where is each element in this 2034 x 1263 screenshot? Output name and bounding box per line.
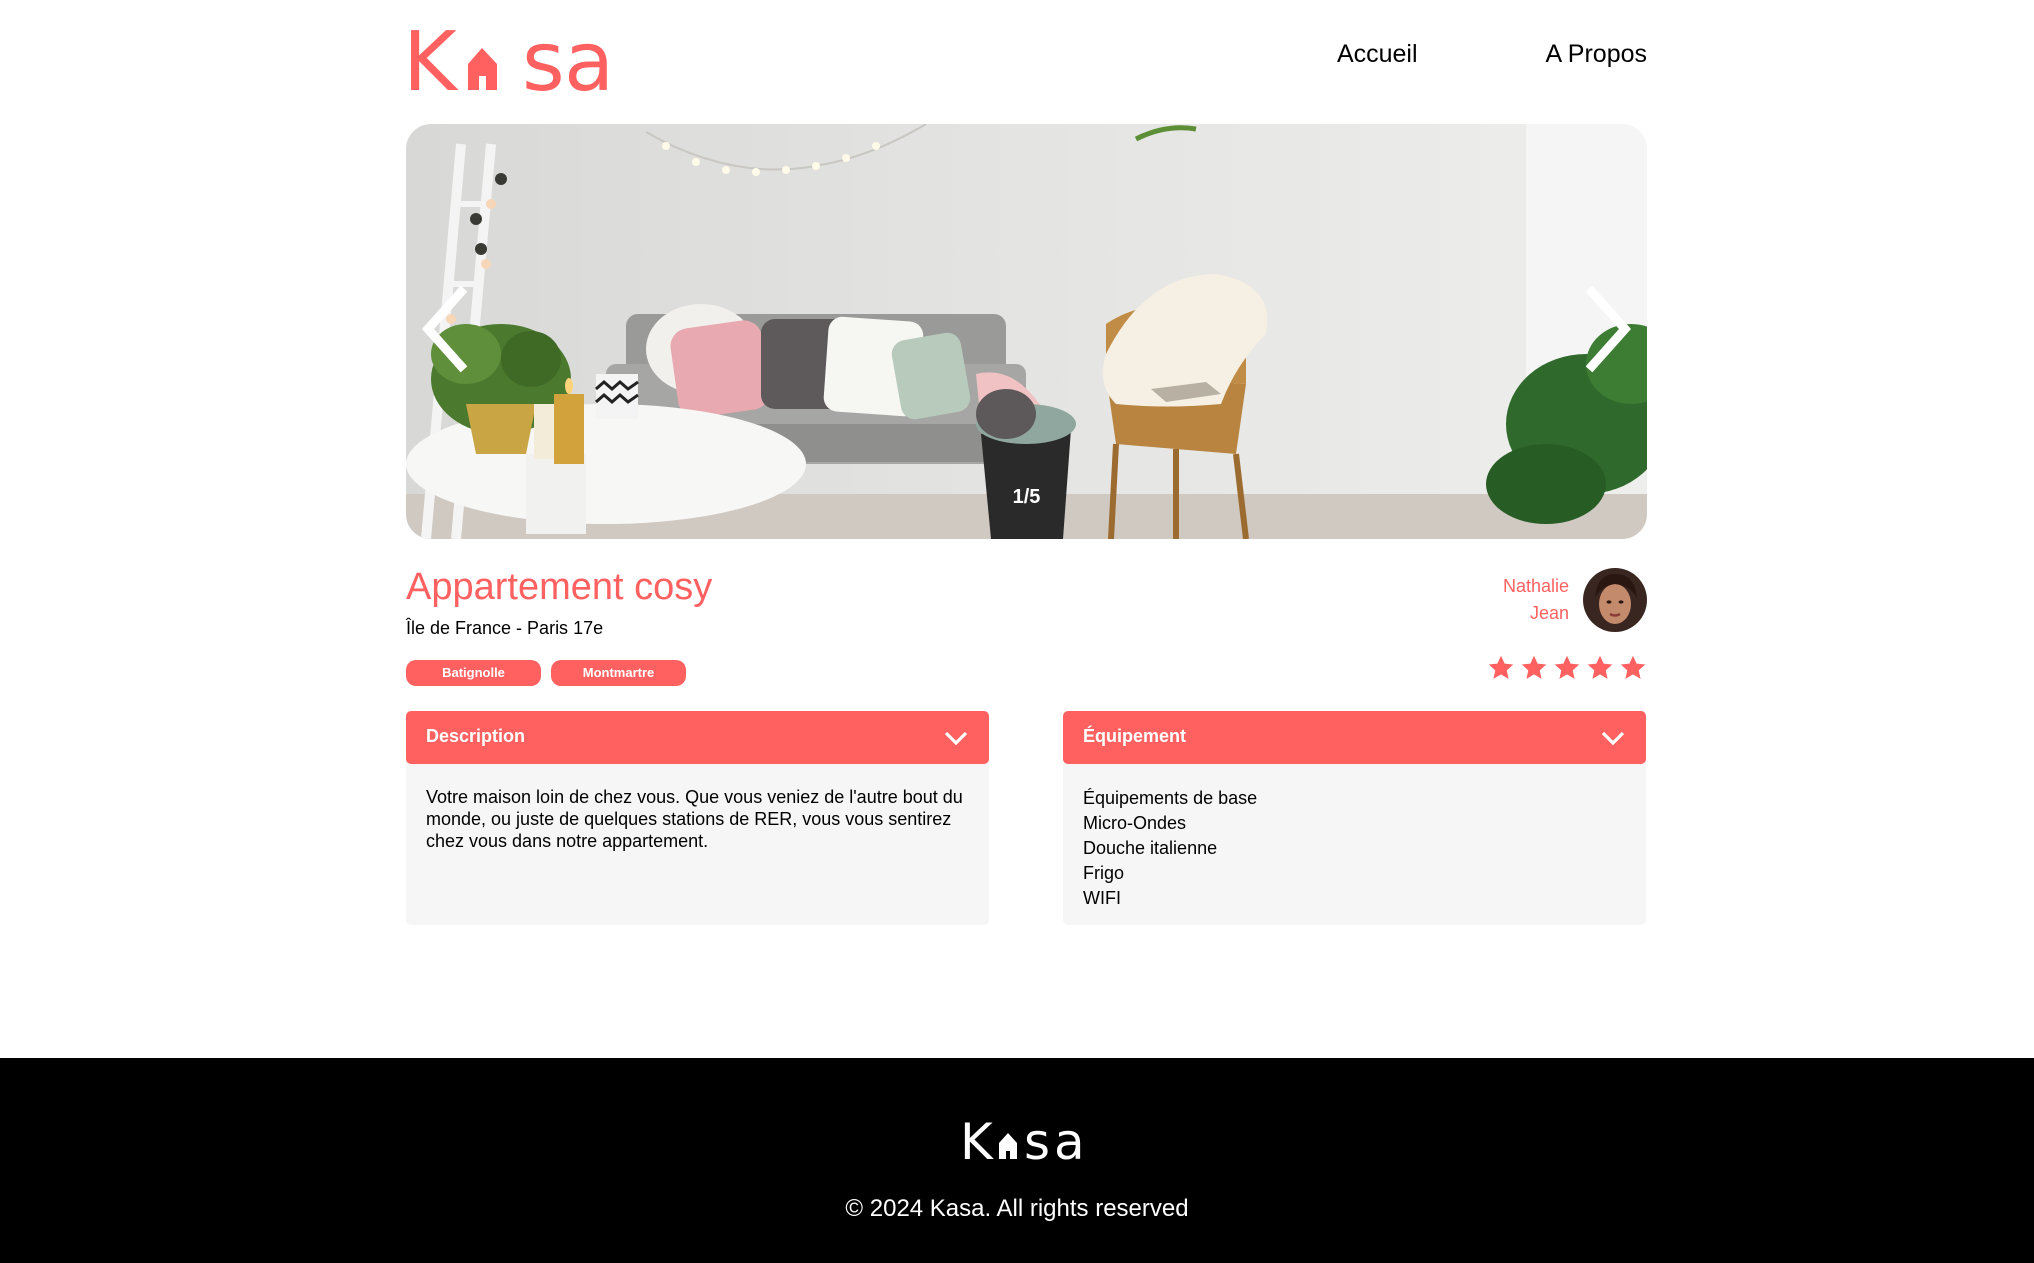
rating-stars bbox=[1487, 654, 1647, 682]
nav-link-home[interactable]: Accueil bbox=[1337, 40, 1418, 69]
star-icon bbox=[1487, 654, 1515, 682]
nav-link-about[interactable]: A Propos bbox=[1546, 40, 1647, 69]
star-icon bbox=[1619, 654, 1647, 682]
listing-location: Île de France - Paris 17e bbox=[406, 618, 604, 638]
star-icon bbox=[1553, 654, 1581, 682]
description-text: Votre maison loin de chez vous. Que vous… bbox=[406, 758, 989, 925]
host-last-name: Jean bbox=[1529, 603, 1569, 623]
host-avatar bbox=[1583, 568, 1647, 632]
list-item: Équipements de base bbox=[1083, 788, 1258, 808]
chevron-right-icon bbox=[1585, 285, 1632, 373]
tag: Batignolle bbox=[406, 660, 541, 686]
carousel-prev-button[interactable] bbox=[416, 284, 476, 374]
equipment-collapse-toggle[interactable]: Équipement bbox=[1063, 711, 1646, 764]
list-item: Micro-Ondes bbox=[1083, 813, 1187, 833]
tag: Montmartre bbox=[551, 660, 686, 686]
equipment-list: Équipements de base Micro-Ondes Douche i… bbox=[1083, 786, 1626, 911]
footer-logo-mark: K s a bbox=[962, 1115, 1085, 1163]
equipment-collapse: Équipement Équipements de base Micro-Ond… bbox=[1063, 711, 1646, 925]
host-info: Nathalie Jean bbox=[1503, 568, 1647, 632]
list-item: Douche italienne bbox=[1083, 838, 1218, 858]
chevron-down-icon bbox=[943, 725, 969, 751]
equipment-body: Équipements de base Micro-Ondes Douche i… bbox=[1063, 758, 1646, 925]
collapse-title: Description bbox=[426, 726, 526, 746]
star-icon bbox=[1520, 654, 1548, 682]
copyright-text: © 2024 Kasa. All rights reserved bbox=[845, 1195, 1189, 1222]
host-first-name: Nathalie bbox=[1502, 576, 1569, 596]
collapse-title: Équipement bbox=[1083, 726, 1187, 746]
listing-title: Appartement cosy bbox=[406, 566, 713, 608]
chevron-left-icon bbox=[421, 285, 468, 373]
site-header: K s a Accueil A Propos bbox=[406, 24, 1647, 96]
svg-text:a: a bbox=[1054, 1115, 1085, 1163]
svg-text:a: a bbox=[564, 24, 614, 96]
host-name: Nathalie Jean bbox=[1503, 573, 1569, 627]
kasa-logo[interactable]: K s a bbox=[406, 24, 626, 96]
carousel-photo bbox=[406, 124, 1647, 539]
carousel-counter: 1/5 bbox=[1012, 486, 1041, 508]
svg-text:s: s bbox=[522, 24, 565, 96]
list-item: Frigo bbox=[1083, 863, 1125, 883]
list-item: WIFI bbox=[1083, 888, 1121, 908]
svg-text:K: K bbox=[962, 1115, 994, 1163]
description-collapse: Description Votre maison loin de chez vo… bbox=[406, 711, 989, 925]
kasa-logo-mark: K s a bbox=[406, 24, 614, 96]
tag-list: Batignolle Montmartre bbox=[406, 660, 686, 686]
footer-logo: K s a bbox=[962, 1115, 1088, 1163]
photo-carousel: 1/5 bbox=[406, 124, 1647, 539]
star-icon bbox=[1586, 654, 1614, 682]
svg-text:s: s bbox=[1024, 1115, 1050, 1163]
main-nav: Accueil A Propos bbox=[1337, 40, 1647, 69]
svg-text:K: K bbox=[406, 24, 459, 96]
carousel-next-button[interactable] bbox=[1577, 284, 1637, 374]
chevron-down-icon bbox=[1600, 725, 1626, 751]
description-collapse-toggle[interactable]: Description bbox=[406, 711, 989, 764]
